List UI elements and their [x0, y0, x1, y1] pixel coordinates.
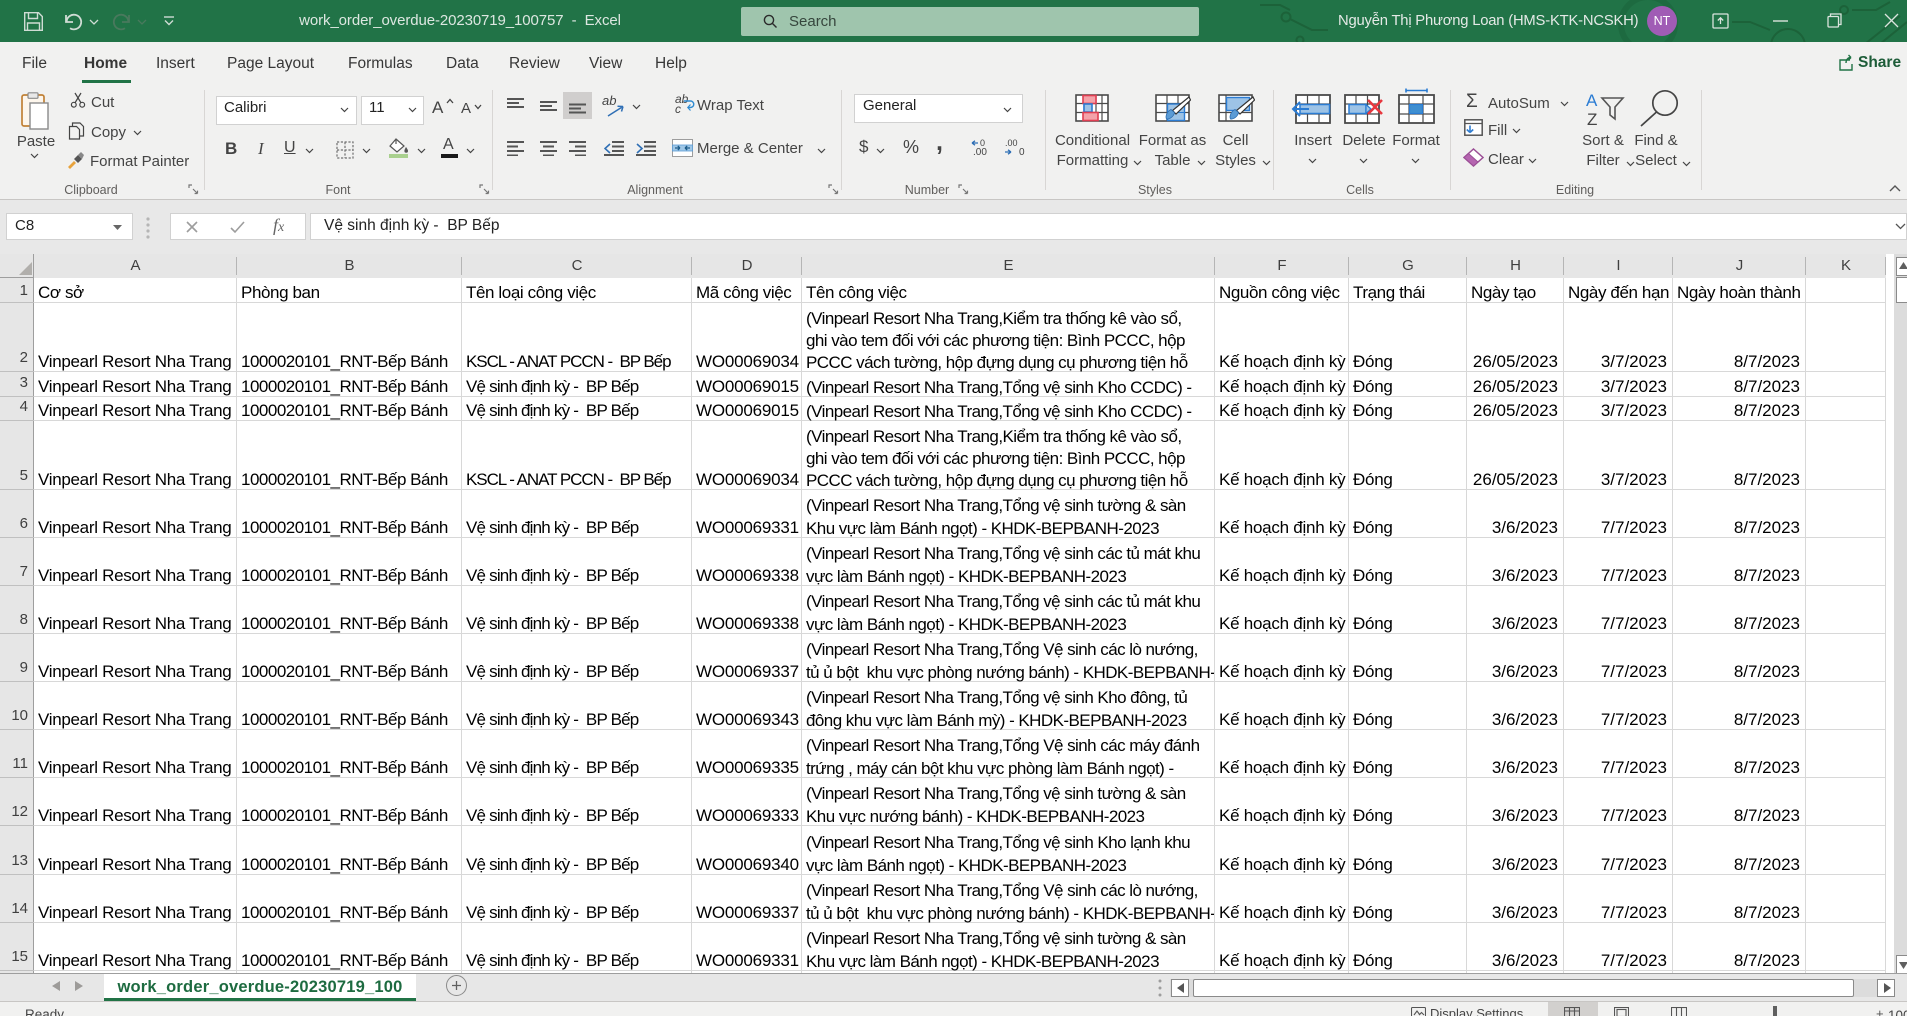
svg-text:0: 0: [980, 139, 985, 148]
svg-text:.00: .00: [1005, 139, 1018, 148]
svg-text:A: A: [1586, 91, 1598, 110]
svg-text:0: 0: [1019, 147, 1025, 157]
svg-text:.00: .00: [973, 147, 987, 157]
svg-text:Z: Z: [1587, 110, 1597, 127]
